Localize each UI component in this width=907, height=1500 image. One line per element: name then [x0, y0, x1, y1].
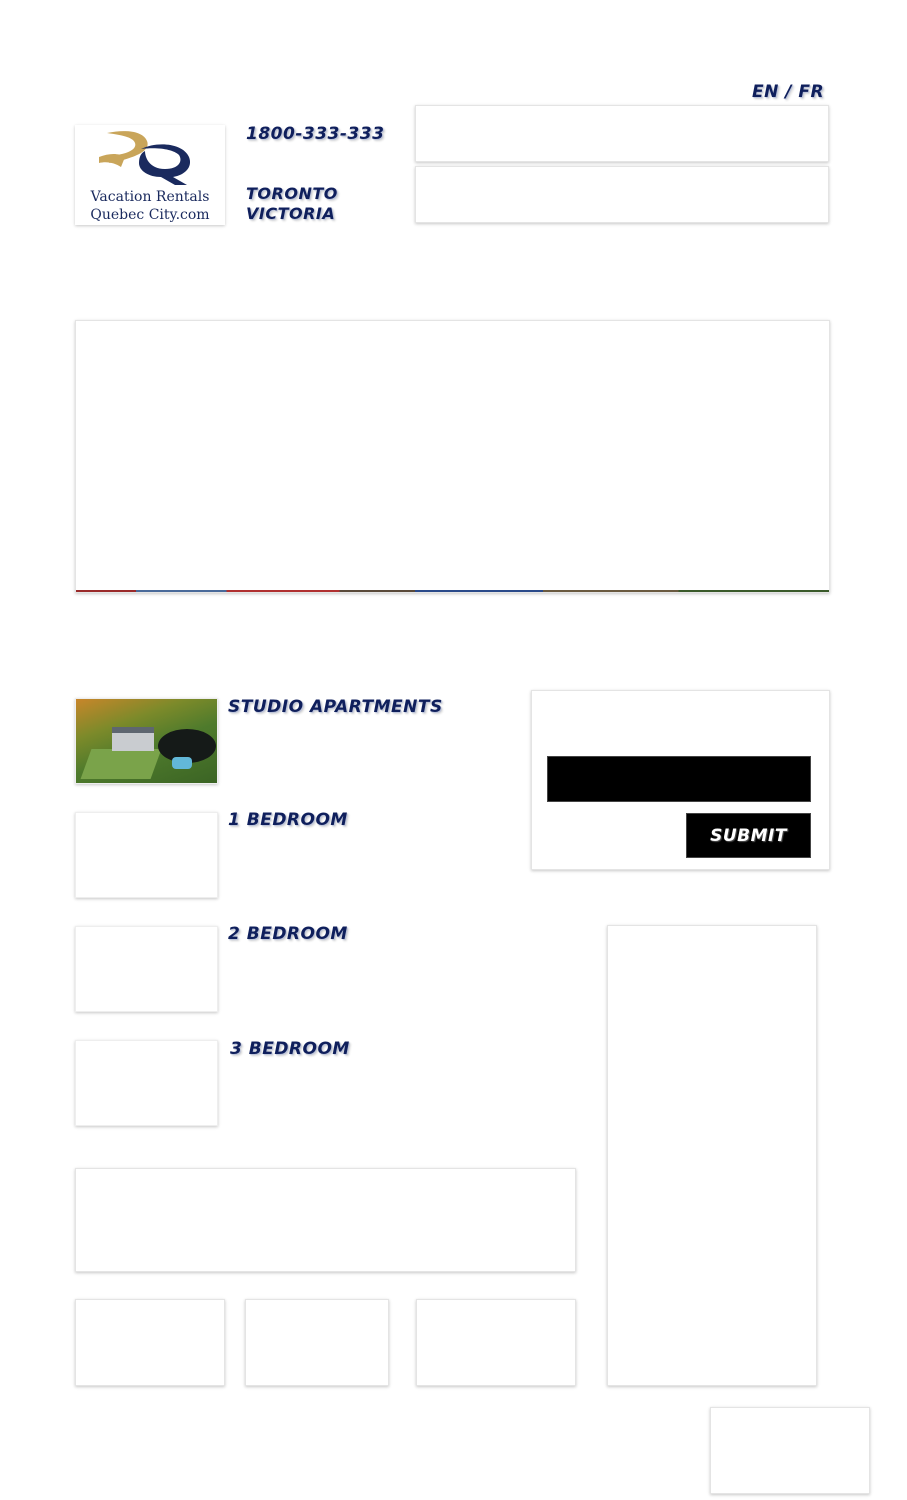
- studio-apartments-link[interactable]: STUDIO APARTMENTS: [228, 697, 443, 717]
- city-link-victoria[interactable]: VICTORIA: [246, 204, 335, 223]
- language-switcher: EN / FR: [752, 82, 824, 102]
- logo-text-line-2: Quebec City.com: [90, 207, 210, 223]
- house-photo: [76, 699, 217, 783]
- footer-badge[interactable]: [710, 1407, 870, 1494]
- two-bedroom-thumbnail[interactable]: [75, 926, 218, 1012]
- one-bedroom-link[interactable]: 1 BEDROOM: [228, 810, 348, 830]
- studio-apartments-thumbnail[interactable]: [75, 698, 218, 784]
- footer-tile-1[interactable]: [75, 1299, 225, 1386]
- three-bedroom-thumbnail[interactable]: [75, 1040, 218, 1126]
- header-banner-bottom: [415, 166, 829, 223]
- footer-tile-2[interactable]: [245, 1299, 389, 1386]
- two-bedroom-link[interactable]: 2 BEDROOM: [228, 924, 348, 944]
- city-link-toronto[interactable]: TORONTO: [246, 184, 338, 203]
- footer-tile-3[interactable]: [416, 1299, 576, 1386]
- sidebar-ad-panel: [607, 925, 817, 1386]
- one-bedroom-thumbnail[interactable]: [75, 812, 218, 898]
- content-banner: [75, 1168, 576, 1272]
- lang-en-link[interactable]: EN: [752, 82, 779, 102]
- logo-mark-icon: [99, 131, 191, 185]
- hero-slideshow[interactable]: [75, 320, 830, 593]
- form-input[interactable]: [547, 756, 811, 802]
- header-banner-top: [415, 105, 829, 162]
- submit-button[interactable]: SUBMIT: [686, 813, 811, 858]
- phone-number[interactable]: 1800-333-333: [246, 124, 384, 144]
- subscribe-form: SUBMIT: [531, 690, 830, 870]
- site-logo[interactable]: Vacation Rentals Quebec City.com: [75, 125, 225, 225]
- hero-image-strip: [76, 590, 829, 592]
- logo-text-line-1: Vacation Rentals: [90, 189, 210, 205]
- lang-fr-link[interactable]: FR: [798, 82, 824, 102]
- lang-separator: /: [778, 82, 799, 102]
- three-bedroom-link[interactable]: 3 BEDROOM: [230, 1039, 350, 1059]
